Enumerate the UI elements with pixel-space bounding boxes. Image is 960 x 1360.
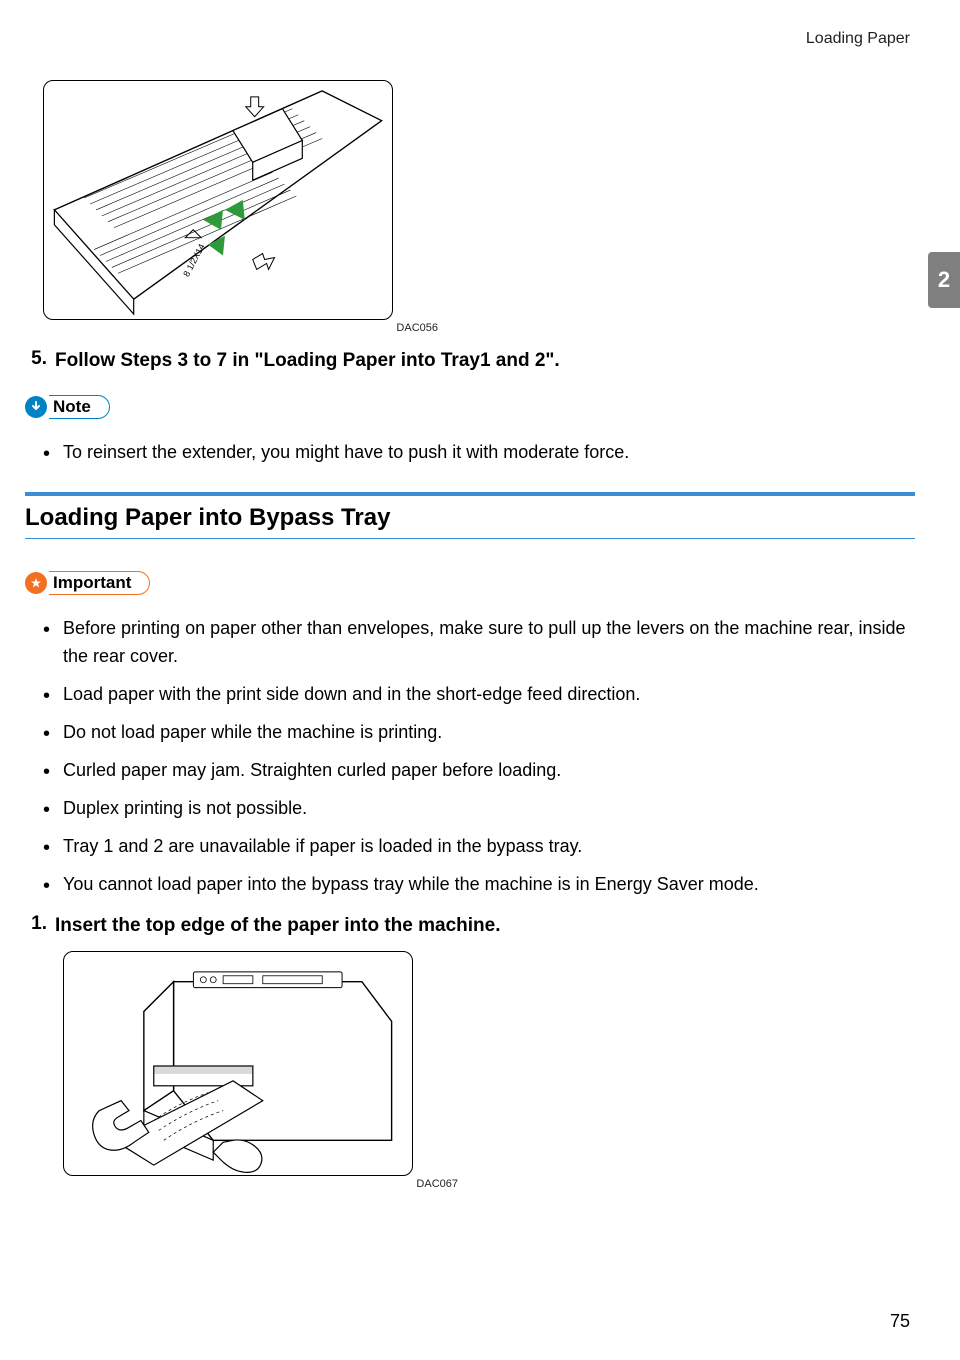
page-number: 75 [890,1311,910,1332]
bypass-step-1: 1. Insert the top edge of the paper into… [25,913,915,940]
figure-caption: DAC067 [63,1178,458,1190]
step-number: 1. [25,913,55,940]
important-callout: Important [25,569,150,597]
section-heading-wrap: Loading Paper into Bypass Tray [25,492,915,539]
step-5: 5. Follow Steps 3 to 7 in "Loading Paper… [25,348,915,375]
printer-tray-illustration: 8 1/2X14 [44,81,392,319]
note-label: Note [49,395,110,419]
list-item: You cannot load paper into the bypass tr… [43,871,915,899]
chapter-tab: 2 [928,252,960,308]
running-header: Loading Paper [806,30,910,48]
page-content: 8 1/2X14 DAC056 5. Follow Steps 3 to 7 i… [25,80,915,1190]
figure-tray-guides: 8 1/2X14 DAC056 [43,80,403,334]
figure-frame: 8 1/2X14 [43,80,393,320]
section-heading: Loading Paper into Bypass Tray [25,496,915,539]
printer-bypass-illustration [64,952,412,1175]
list-item: Load paper with the print side down and … [43,681,915,709]
list-item: Before printing on paper other than enve… [43,615,915,671]
important-list: Before printing on paper other than enve… [25,615,915,898]
note-icon [25,396,47,418]
figure-bypass-insert: DAC067 [63,951,423,1190]
list-item: Curled paper may jam. Straighten curled … [43,757,915,785]
figure-caption: DAC056 [43,322,438,334]
note-list: To reinsert the extender, you might have… [25,439,915,467]
hand-right-icon [213,1140,262,1172]
list-item: Tray 1 and 2 are unavailable if paper is… [43,833,915,861]
direction-arrow-icon [253,254,275,270]
important-icon [25,572,47,594]
list-item: To reinsert the extender, you might have… [43,439,915,467]
down-arrow-icon [246,97,264,117]
important-label: Important [49,571,150,595]
step-text: Insert the top edge of the paper into th… [55,913,501,940]
note-callout: Note [25,393,110,421]
step-text: Follow Steps 3 to 7 in "Loading Paper in… [55,348,560,375]
list-item: Do not load paper while the machine is p… [43,719,915,747]
figure-frame [63,951,413,1176]
list-item: Duplex printing is not possible. [43,795,915,823]
step-number: 5. [25,348,55,375]
